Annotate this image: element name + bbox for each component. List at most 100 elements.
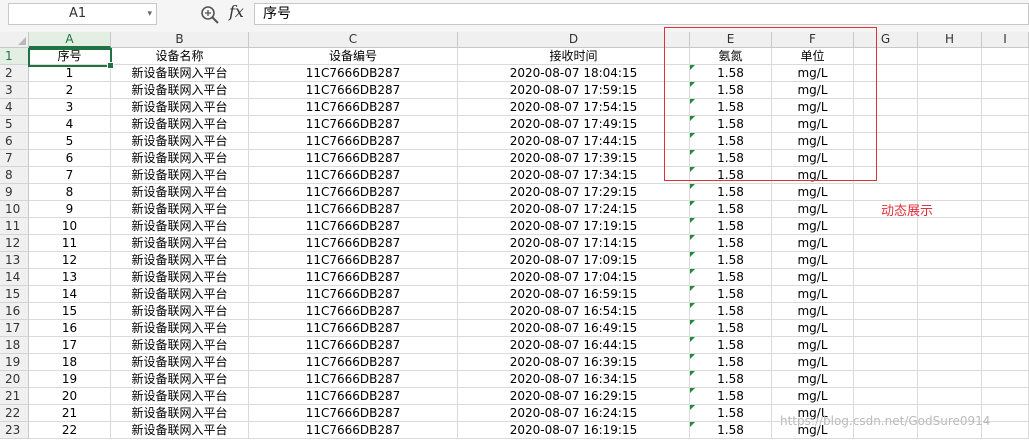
cell-b[interactable]: 新设备联网入平台 — [111, 371, 249, 388]
cell-e[interactable]: 1.58 — [690, 167, 772, 184]
cell-b[interactable]: 新设备联网入平台 — [111, 303, 249, 320]
cell-e[interactable]: 1.58 — [690, 269, 772, 286]
cell-a[interactable]: 4 — [29, 116, 111, 133]
cell-c[interactable]: 11C7666DB287 — [249, 184, 458, 201]
cell-a[interactable]: 8 — [29, 184, 111, 201]
cell-g[interactable] — [854, 235, 918, 252]
cell-d[interactable]: 2020-08-07 17:54:15 — [458, 99, 690, 116]
cell-e[interactable]: 1.58 — [690, 320, 772, 337]
cell-b[interactable]: 新设备联网入平台 — [111, 133, 249, 150]
cell-e[interactable]: 1.58 — [690, 371, 772, 388]
cell-h[interactable] — [918, 184, 982, 201]
cell-d[interactable]: 2020-08-07 16:34:15 — [458, 371, 690, 388]
cell-e[interactable]: 1.58 — [690, 133, 772, 150]
cell-c[interactable]: 11C7666DB287 — [249, 337, 458, 354]
cell-e[interactable]: 1.58 — [690, 303, 772, 320]
select-all-corner[interactable] — [0, 32, 29, 48]
cell-f[interactable]: mg/L — [772, 167, 854, 184]
cell-f[interactable]: mg/L — [772, 286, 854, 303]
cell-i[interactable] — [982, 201, 1029, 218]
cell-e[interactable]: 1.58 — [690, 201, 772, 218]
row-header[interactable]: 15 — [0, 286, 29, 303]
cell-a[interactable]: 21 — [29, 405, 111, 422]
cell-a[interactable]: 12 — [29, 252, 111, 269]
cell-f[interactable]: mg/L — [772, 99, 854, 116]
row-header[interactable]: 8 — [0, 167, 29, 184]
cell-a[interactable]: 22 — [29, 422, 111, 439]
cell-b[interactable]: 新设备联网入平台 — [111, 82, 249, 99]
cell-h[interactable] — [918, 82, 982, 99]
row-header[interactable]: 16 — [0, 303, 29, 320]
cell-e[interactable]: 1.58 — [690, 65, 772, 82]
row-header[interactable]: 10 — [0, 201, 29, 218]
cell-e[interactable]: 1.58 — [690, 184, 772, 201]
cell-b[interactable]: 新设备联网入平台 — [111, 337, 249, 354]
cell-a[interactable]: 3 — [29, 99, 111, 116]
cell-d[interactable]: 2020-08-07 16:44:15 — [458, 337, 690, 354]
cell-f[interactable]: mg/L — [772, 116, 854, 133]
name-box[interactable]: A1 ▾ — [8, 3, 157, 25]
cell-a[interactable]: 13 — [29, 269, 111, 286]
cell-i[interactable] — [982, 99, 1029, 116]
row-header[interactable]: 23 — [0, 422, 29, 439]
row-header[interactable]: 21 — [0, 388, 29, 405]
cell-d[interactable]: 2020-08-07 16:29:15 — [458, 388, 690, 405]
cell-c[interactable]: 11C7666DB287 — [249, 133, 458, 150]
cell-a[interactable]: 10 — [29, 218, 111, 235]
row-header[interactable]: 14 — [0, 269, 29, 286]
row-header[interactable]: 9 — [0, 184, 29, 201]
cell-b[interactable]: 新设备联网入平台 — [111, 422, 249, 439]
cell-d[interactable]: 2020-08-07 16:24:15 — [458, 405, 690, 422]
cell-h[interactable] — [918, 269, 982, 286]
cell-g[interactable] — [854, 388, 918, 405]
row-header[interactable]: 2 — [0, 65, 29, 82]
cell-c[interactable]: 11C7666DB287 — [249, 269, 458, 286]
column-header-d[interactable]: D — [458, 32, 690, 48]
cell-g[interactable] — [854, 116, 918, 133]
cell-b[interactable]: 新设备联网入平台 — [111, 201, 249, 218]
cell-c[interactable]: 11C7666DB287 — [249, 354, 458, 371]
cell-i[interactable] — [982, 388, 1029, 405]
cell-e[interactable]: 1.58 — [690, 354, 772, 371]
cell-i[interactable] — [982, 82, 1029, 99]
column-header-a[interactable]: A — [29, 32, 111, 48]
cell-b[interactable]: 新设备联网入平台 — [111, 354, 249, 371]
cell-g[interactable] — [854, 218, 918, 235]
cell-f[interactable]: mg/L — [772, 150, 854, 167]
cell-b[interactable]: 新设备联网入平台 — [111, 235, 249, 252]
row-header[interactable]: 19 — [0, 354, 29, 371]
cell-e[interactable]: 1.58 — [690, 422, 772, 439]
cell-f[interactable]: mg/L — [772, 235, 854, 252]
column-header-h[interactable]: H — [918, 32, 982, 48]
row-header[interactable]: 7 — [0, 150, 29, 167]
cell-a[interactable]: 5 — [29, 133, 111, 150]
cell-h[interactable] — [918, 133, 982, 150]
cell-f[interactable]: mg/L — [772, 354, 854, 371]
cell-i[interactable] — [982, 48, 1029, 65]
cell-h[interactable] — [918, 99, 982, 116]
cell-a[interactable]: 1 — [29, 65, 111, 82]
cell-g[interactable] — [854, 354, 918, 371]
cell-e[interactable]: 1.58 — [690, 388, 772, 405]
cell-g[interactable] — [854, 320, 918, 337]
fx-icon[interactable]: fx — [229, 2, 244, 21]
column-header-g[interactable]: G — [854, 32, 918, 48]
cell-g[interactable] — [854, 252, 918, 269]
cell-a[interactable]: 19 — [29, 371, 111, 388]
cell-f[interactable]: mg/L — [772, 218, 854, 235]
cell-b[interactable]: 新设备联网入平台 — [111, 167, 249, 184]
cell-b[interactable]: 新设备联网入平台 — [111, 388, 249, 405]
cell-b[interactable]: 新设备联网入平台 — [111, 116, 249, 133]
cell-f[interactable]: mg/L — [772, 252, 854, 269]
cell-b[interactable]: 新设备联网入平台 — [111, 252, 249, 269]
cell-i[interactable] — [982, 235, 1029, 252]
cell-d[interactable]: 2020-08-07 16:49:15 — [458, 320, 690, 337]
cell-d[interactable]: 接收时间 — [458, 48, 690, 65]
cell-f[interactable]: mg/L — [772, 184, 854, 201]
cell-c[interactable]: 11C7666DB287 — [249, 405, 458, 422]
cell-b[interactable]: 设备名称 — [111, 48, 249, 65]
cell-f[interactable]: mg/L — [772, 82, 854, 99]
cell-d[interactable]: 2020-08-07 16:59:15 — [458, 286, 690, 303]
cell-h[interactable] — [918, 48, 982, 65]
cell-a[interactable]: 14 — [29, 286, 111, 303]
